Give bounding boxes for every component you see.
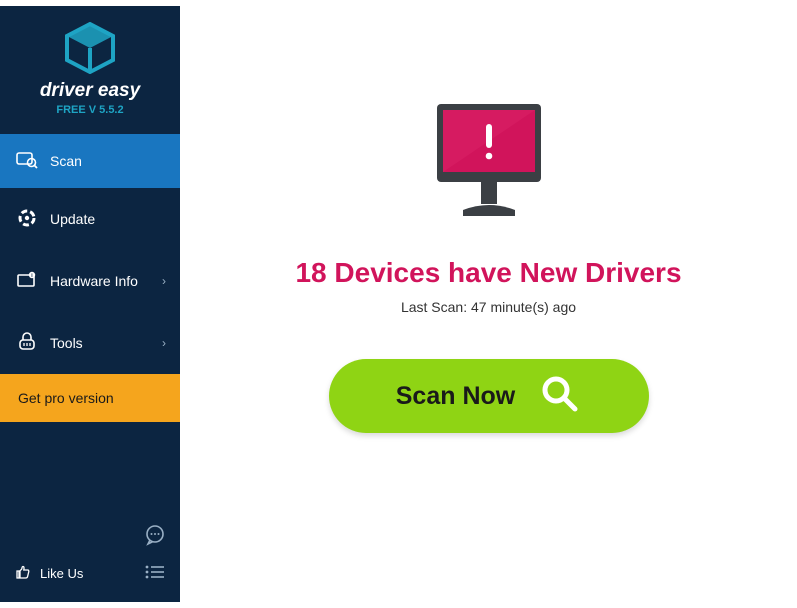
search-icon bbox=[537, 371, 581, 422]
app-logo-icon bbox=[0, 22, 180, 74]
last-scan-text: Last Scan: 47 minute(s) ago bbox=[401, 299, 576, 315]
main-content: 18 Devices have New Drivers Last Scan: 4… bbox=[180, 6, 797, 602]
sidebar-bottom: Like Us bbox=[0, 514, 180, 602]
brand: driver easy FREE V 5.5.2 bbox=[0, 6, 180, 128]
nav-upgrade-label: Get pro version bbox=[18, 390, 114, 406]
scan-now-button[interactable]: Scan Now bbox=[329, 359, 649, 433]
nav-update-label: Update bbox=[50, 211, 95, 227]
scan-icon bbox=[14, 151, 40, 172]
alert-monitor-icon bbox=[419, 96, 559, 231]
brand-name: driver easy bbox=[0, 80, 180, 102]
app-root: driver easy FREE V 5.5.2 Scan Update i bbox=[0, 6, 797, 602]
headline: 18 Devices have New Drivers bbox=[295, 257, 681, 289]
hardware-info-icon: i bbox=[14, 270, 40, 293]
like-us-label: Like Us bbox=[40, 566, 83, 581]
brand-version: FREE V 5.5.2 bbox=[0, 104, 180, 116]
nav-tools[interactable]: Tools › bbox=[0, 312, 180, 374]
update-icon bbox=[14, 208, 40, 231]
chevron-right-icon: › bbox=[162, 336, 166, 350]
sidebar-nav: Scan Update i Hardware Info › Tools bbox=[0, 134, 180, 422]
nav-hardware[interactable]: i Hardware Info › bbox=[0, 250, 180, 312]
nav-scan-label: Scan bbox=[50, 153, 82, 169]
tools-icon bbox=[14, 332, 40, 355]
list-icon[interactable] bbox=[144, 564, 166, 583]
nav-hardware-label: Hardware Info bbox=[50, 273, 138, 289]
chevron-right-icon: › bbox=[162, 274, 166, 288]
sidebar: driver easy FREE V 5.5.2 Scan Update i bbox=[0, 6, 180, 602]
nav-upgrade[interactable]: Get pro version bbox=[0, 374, 180, 422]
chat-icon[interactable] bbox=[144, 524, 166, 551]
nav-scan[interactable]: Scan bbox=[0, 134, 180, 188]
thumbs-up-icon bbox=[14, 563, 32, 584]
nav-update[interactable]: Update bbox=[0, 188, 180, 250]
scan-now-label: Scan Now bbox=[396, 382, 515, 411]
nav-tools-label: Tools bbox=[50, 335, 83, 351]
like-us-button[interactable]: Like Us bbox=[14, 563, 83, 584]
